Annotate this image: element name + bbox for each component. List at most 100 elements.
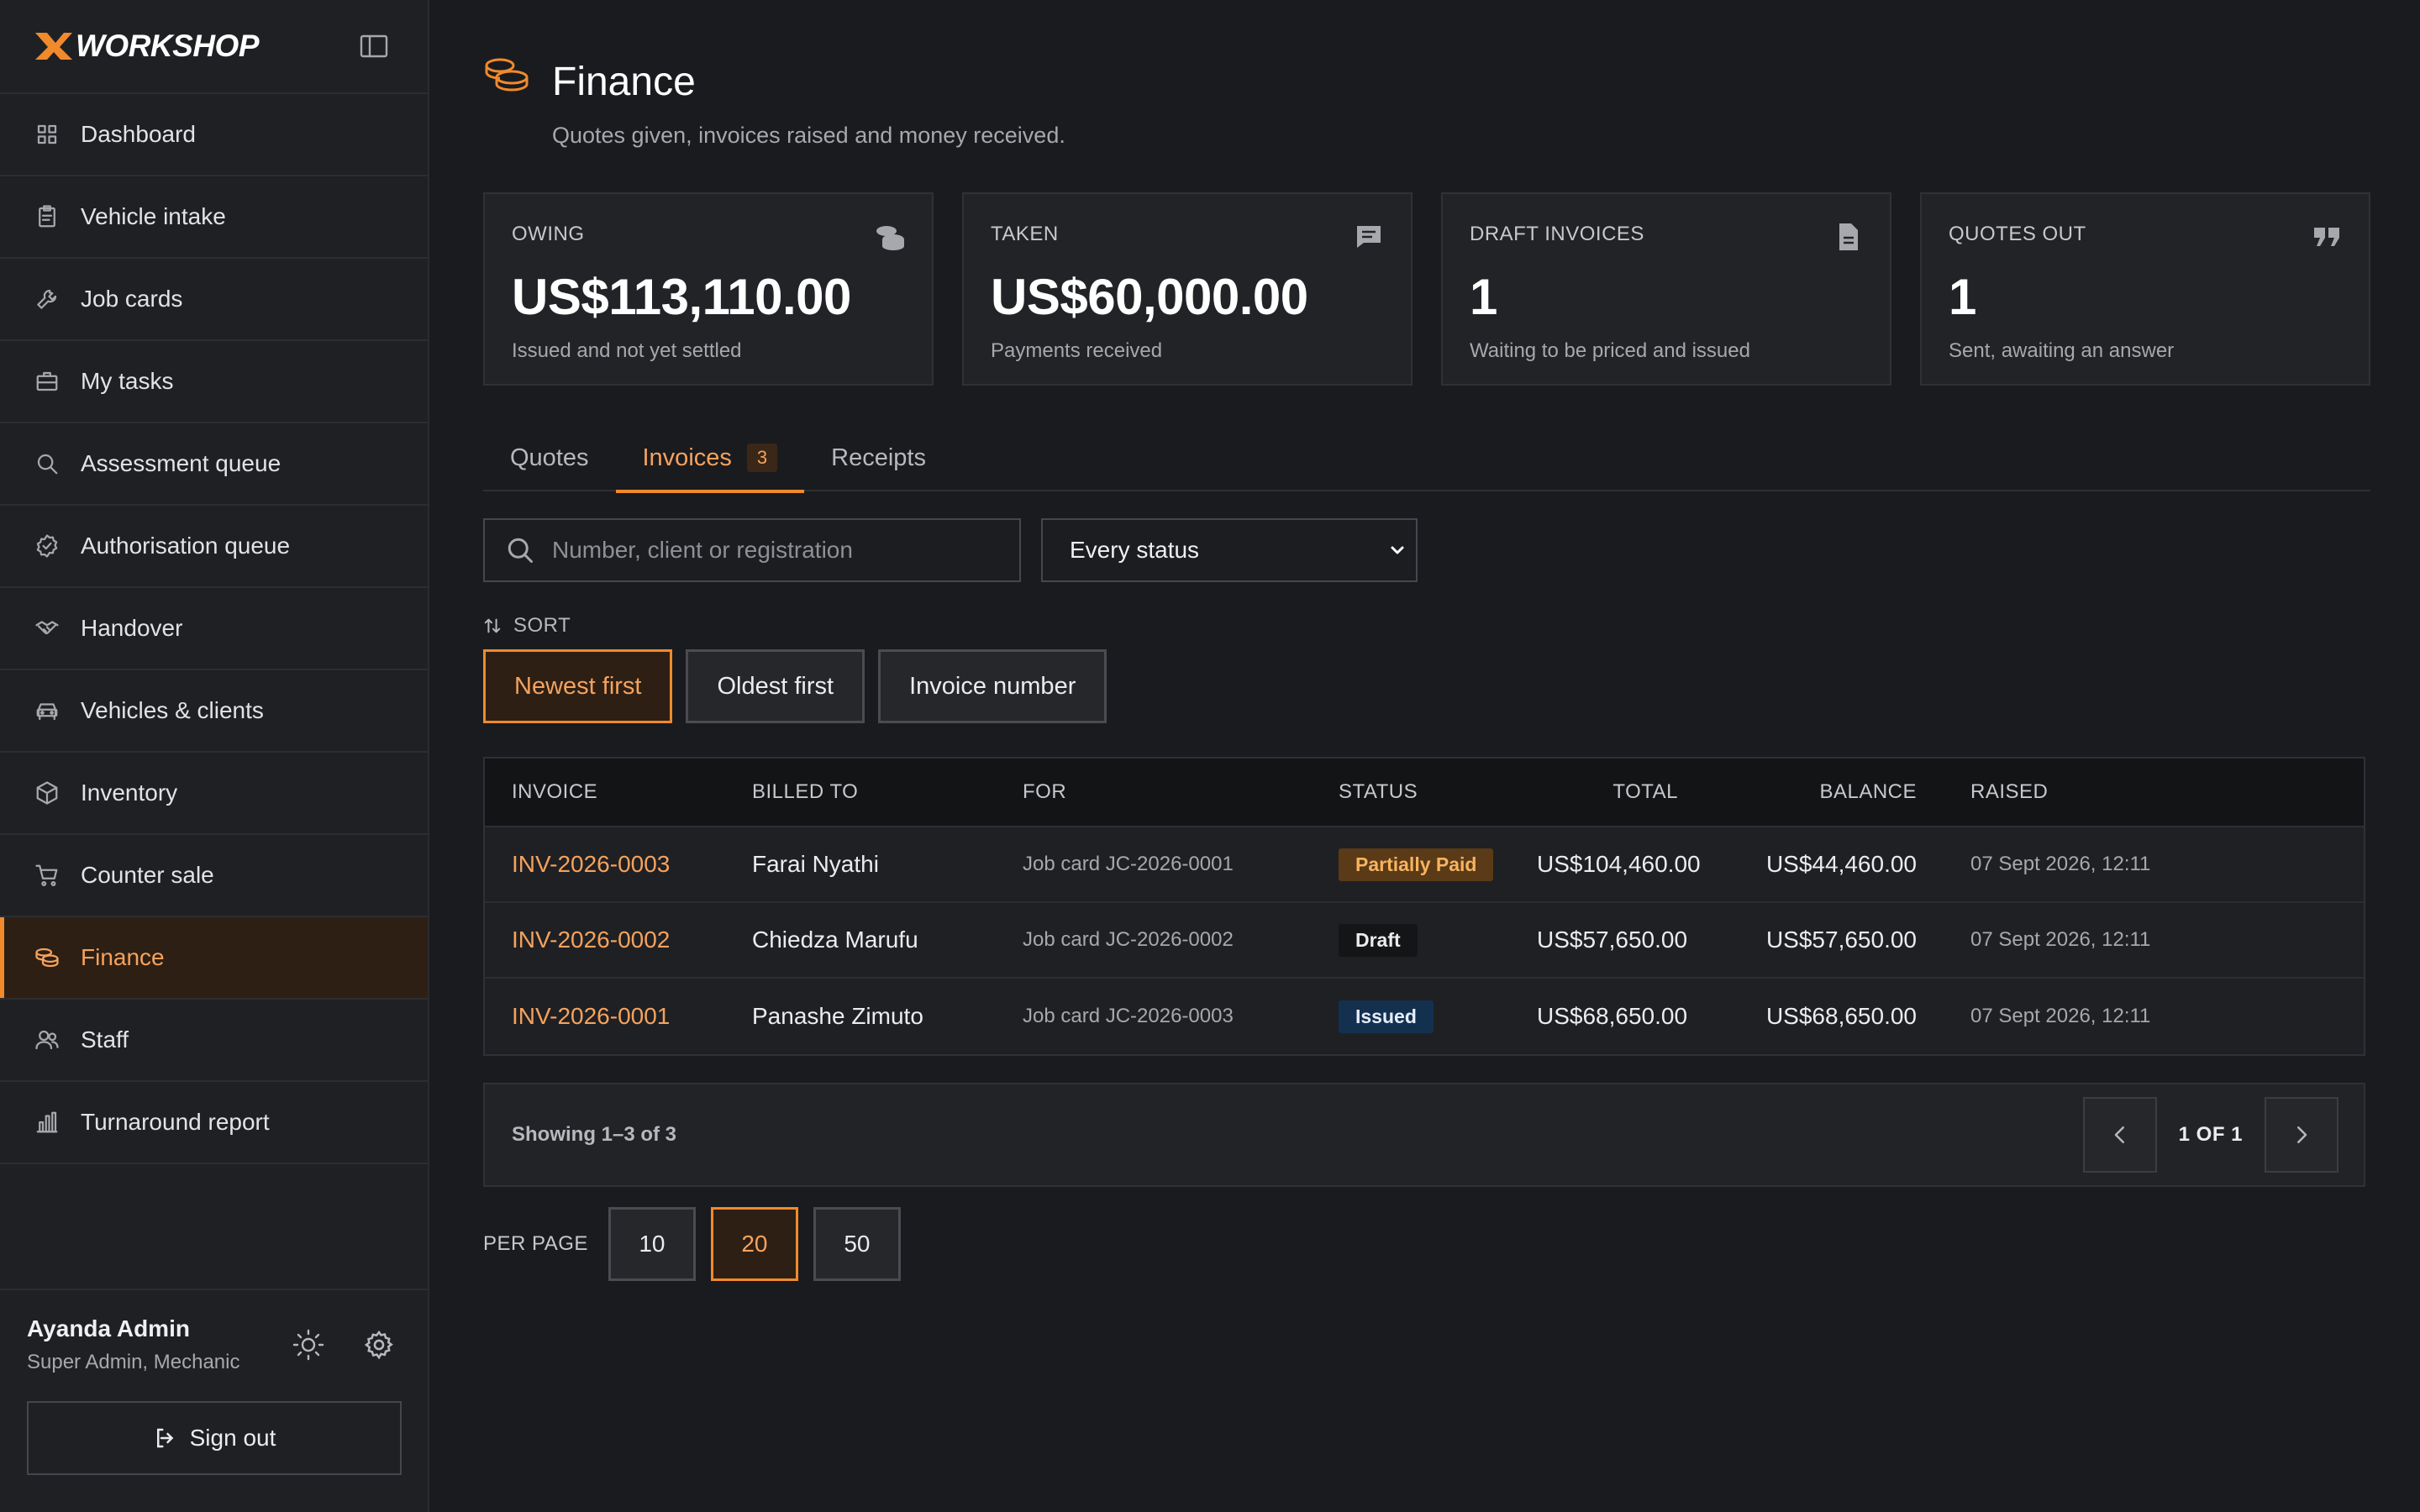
sidebar-toggle-icon[interactable] (359, 34, 389, 59)
tab-label: Invoices (642, 444, 732, 471)
for-cell: Job card JC-2026-0001 (1023, 853, 1234, 875)
user-name: Ayanda Admin (27, 1315, 190, 1341)
stat-label: OWING (512, 223, 585, 245)
total-cell: US$57,650.00 (1537, 927, 1688, 953)
sidebar-item-vehicles-clients[interactable]: Vehicles & clients (0, 670, 428, 753)
tab-receipts[interactable]: Receipts (804, 424, 953, 491)
user-role: Super Admin, Mechanic (27, 1351, 240, 1373)
tab-label: Receipts (831, 444, 926, 471)
sign-out-label: Sign out (189, 1425, 276, 1451)
status-select-value: Every status (1070, 537, 1200, 563)
search-box[interactable] (483, 518, 1021, 582)
main-content: Finance Quotes given, invoices raised an… (429, 0, 2420, 1512)
sidebar-item-label: Assessment queue (81, 450, 281, 476)
badge-check-icon (34, 533, 60, 559)
total-cell: US$68,650.00 (1537, 1003, 1688, 1029)
sidebar-item-label: Authorisation queue (81, 533, 291, 559)
sidebar-item-counter-sale[interactable]: Counter sale (0, 835, 428, 917)
cart-icon (34, 862, 60, 889)
col-total[interactable]: TOTAL (1537, 780, 1678, 804)
col-raised[interactable]: RAISED (1917, 780, 2364, 804)
handshake-icon (34, 615, 60, 642)
filter-bar: Every status (483, 518, 2370, 582)
stat-label: DRAFT INVOICES (1470, 223, 1644, 245)
sort-newest-button[interactable]: Newest first (483, 649, 673, 723)
sidebar-item-label: Counter sale (81, 862, 214, 888)
sort-invoice-number-button[interactable]: Invoice number (878, 649, 1107, 723)
sidebar-item-authorisation-queue[interactable]: Authorisation queue (0, 506, 428, 588)
col-invoice[interactable]: INVOICE (485, 780, 752, 804)
raised-cell: 07 Sept 2026, 12:11 (1970, 928, 2151, 951)
per-page-20-button[interactable]: 20 (710, 1207, 798, 1281)
col-billed-to[interactable]: BILLED TO (752, 780, 1023, 804)
col-balance[interactable]: BALANCE (1678, 780, 1917, 804)
quote-icon (2314, 228, 2339, 246)
car-icon (34, 697, 60, 724)
table-row[interactable]: INV-2026-0003 Farai Nyathi Job card JC-2… (485, 827, 2364, 903)
sort-oldest-button[interactable]: Oldest first (686, 649, 865, 723)
sidebar-item-job-cards[interactable]: Job cards (0, 259, 428, 341)
stat-cards: OWING US$113,110.00 Issued and not yet s… (483, 192, 2370, 386)
sidebar-item-dashboard[interactable]: Dashboard (0, 94, 428, 176)
col-for[interactable]: FOR (1023, 780, 1339, 804)
page-header: Finance Quotes given, invoices raised an… (483, 55, 2370, 149)
stat-desc: Payments received (991, 339, 1163, 362)
sidebar-item-turnaround-report[interactable]: Turnaround report (0, 1082, 428, 1164)
coins-icon (34, 944, 60, 971)
sidebar-item-label: Handover (81, 615, 183, 641)
invoice-link[interactable]: INV-2026-0003 (512, 851, 670, 877)
sidebar-item-label: Dashboard (81, 121, 196, 147)
sign-out-button[interactable]: Sign out (27, 1401, 402, 1475)
page-title: Finance (552, 60, 696, 104)
sidebar-item-staff[interactable]: Staff (0, 1000, 428, 1082)
invoice-link[interactable]: INV-2026-0002 (512, 927, 670, 953)
chevron-down-icon (1391, 546, 1404, 554)
sidebar-item-label: Vehicles & clients (81, 697, 264, 723)
sidebar-item-finance[interactable]: Finance (0, 917, 428, 1000)
prev-page-button[interactable] (2082, 1097, 2157, 1173)
sidebar-item-my-tasks[interactable]: My tasks (0, 341, 428, 423)
balance-cell: US$68,650.00 (1765, 1003, 1917, 1029)
sidebar-item-handover[interactable]: Handover (0, 588, 428, 670)
page-indicator: 1 OF 1 (2178, 1123, 2243, 1146)
brand-logo[interactable]: WORKSHOP (34, 29, 260, 64)
stat-value: 1 (1470, 269, 1497, 325)
search-input[interactable] (552, 537, 1006, 564)
stat-card-taken: TAKEN US$60,000.00 Payments received (962, 192, 1413, 386)
tab-quotes[interactable]: Quotes (483, 424, 616, 491)
pagination-bar: Showing 1–3 of 3 1 OF 1 (483, 1083, 2365, 1187)
wrench-icon (34, 286, 60, 312)
status-badge: Draft (1339, 923, 1418, 957)
next-page-button[interactable] (2265, 1097, 2338, 1173)
brand-logo-text: WORKSHOP (76, 29, 260, 63)
status-select[interactable]: Every status (1041, 518, 1418, 582)
table-row[interactable]: INV-2026-0002 Chiedza Marufu Job card JC… (485, 903, 2364, 979)
sidebar-item-inventory[interactable]: Inventory (0, 753, 428, 835)
sidebar-item-assessment-queue[interactable]: Assessment queue (0, 423, 428, 506)
stat-card-draft-invoices: DRAFT INVOICES 1 Waiting to be priced an… (1441, 192, 1891, 386)
per-page-50-button[interactable]: 50 (813, 1207, 901, 1281)
invoice-link[interactable]: INV-2026-0001 (512, 1003, 670, 1029)
tab-label: Quotes (510, 444, 589, 471)
settings-gear-icon[interactable] (360, 1326, 397, 1363)
sidebar-item-vehicle-intake[interactable]: Vehicle intake (0, 176, 428, 259)
sidebar-item-label: Staff (81, 1026, 129, 1053)
raised-cell: 07 Sept 2026, 12:11 (1970, 853, 2151, 875)
table-row[interactable]: INV-2026-0001 Panashe Zimuto Job card JC… (485, 979, 2364, 1054)
per-page-10-button[interactable]: 10 (608, 1207, 696, 1281)
tab-invoices[interactable]: Invoices 3 (615, 424, 805, 493)
bar-chart-icon (34, 1109, 60, 1136)
sidebar-item-label: Finance (81, 944, 165, 970)
sidebar-item-label: Vehicle intake (81, 203, 226, 229)
stat-desc: Sent, awaiting an answer (1949, 339, 2175, 362)
col-status[interactable]: STATUS (1339, 780, 1537, 804)
theme-toggle-sun-icon[interactable] (290, 1326, 327, 1363)
stat-desc: Waiting to be priced and issued (1470, 339, 1750, 362)
billed-to-cell: Farai Nyathi (752, 851, 879, 877)
invoices-table: INVOICE BILLED TO FOR STATUS TOTAL BALAN… (483, 757, 2365, 1056)
stat-value: 1 (1949, 269, 1976, 325)
balance-cell: US$57,650.00 (1765, 927, 1917, 953)
users-icon (34, 1026, 60, 1053)
for-cell: Job card JC-2026-0002 (1023, 928, 1234, 951)
x-logo-icon (35, 33, 72, 60)
